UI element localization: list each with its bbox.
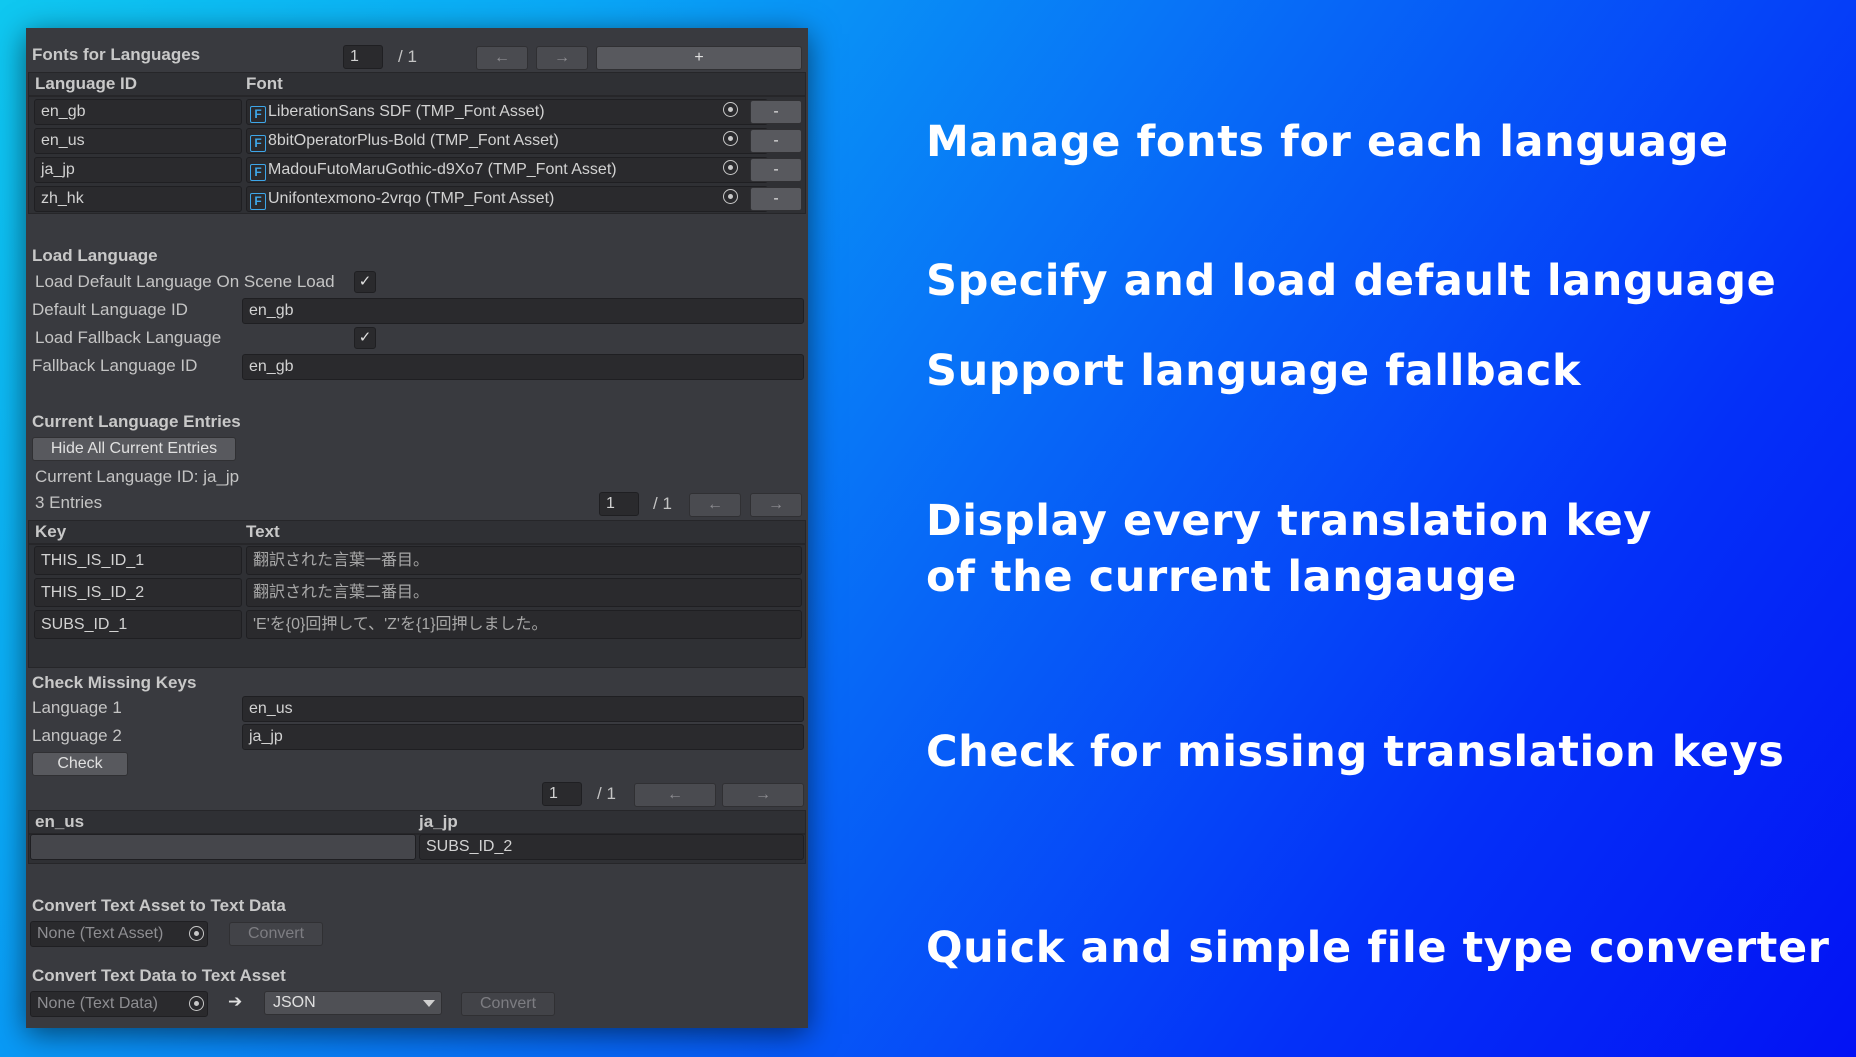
entry-key-field[interactable]: THIS_IS_ID_1 <box>34 546 242 575</box>
remove-font-button[interactable]: - <box>750 187 802 211</box>
fonts-section-title: Fonts for Languages <box>32 45 201 64</box>
fallback-language-id-label: Fallback Language ID <box>32 356 198 375</box>
entries-next-page-button[interactable]: → <box>750 493 802 517</box>
missing-page-input[interactable]: 1 <box>542 782 582 806</box>
font-row-font-field[interactable]: F 8bitOperatorPlus-Bold (TMP_Font Asset) <box>246 128 768 154</box>
language-1-field[interactable]: en_us <box>242 696 804 722</box>
entry-text-field[interactable]: 翻訳された言葉一番目。 <box>246 546 802 575</box>
entries-page-total: / 1 <box>653 494 672 513</box>
convert-asset-to-data-title: Convert Text Asset to Text Data <box>32 896 286 915</box>
font-asset-name: LiberationSans SDF (TMP_Font Asset) <box>268 103 545 120</box>
fonts-table-header: Language ID Font <box>28 72 806 96</box>
fallback-language-id-field[interactable]: en_gb <box>242 354 804 380</box>
font-asset-icon: F <box>250 193 266 210</box>
font-row-language-field[interactable]: en_us <box>34 128 242 154</box>
arrow-right-icon: ➔ <box>228 992 243 1011</box>
font-asset-name: 8bitOperatorPlus-Bold (TMP_Font Asset) <box>268 132 559 149</box>
font-row-font-field[interactable]: F LiberationSans SDF (TMP_Font Asset) <box>246 99 768 125</box>
entry-key-field[interactable]: THIS_IS_ID_2 <box>34 578 242 607</box>
entries-table-header: Key Text <box>28 520 806 544</box>
default-language-id-field[interactable]: en_gb <box>242 298 804 324</box>
remove-font-button[interactable]: - <box>750 100 802 124</box>
caption-manage-fonts: Manage fonts for each language <box>926 117 1729 167</box>
caption-default-language: Specify and load default language <box>926 256 1777 306</box>
font-asset-icon: F <box>250 164 266 181</box>
remove-font-button[interactable]: - <box>750 158 802 182</box>
font-row-language-field[interactable]: en_gb <box>34 99 242 125</box>
object-picker-icon[interactable] <box>189 926 204 941</box>
language-2-label: Language 2 <box>32 726 122 745</box>
object-picker-icon[interactable] <box>723 131 738 146</box>
object-picker-icon[interactable] <box>723 189 738 204</box>
column-font: Font <box>246 74 283 93</box>
entry-key-field[interactable]: SUBS_ID_1 <box>34 610 242 639</box>
object-picker-icon[interactable] <box>723 160 738 175</box>
entries-count: 3 Entries <box>35 493 103 512</box>
fonts-prev-page-button[interactable]: ← <box>476 46 528 70</box>
entry-text-field[interactable]: 翻訳された言葉二番目。 <box>246 578 802 607</box>
column-language-id: Language ID <box>35 74 138 93</box>
format-dropdown[interactable]: JSON <box>264 991 442 1015</box>
format-dropdown-value: JSON <box>273 994 316 1011</box>
column-text: Text <box>246 522 280 541</box>
text-asset-field[interactable]: None (Text Asset) <box>30 921 208 947</box>
remove-font-button[interactable]: - <box>750 129 802 153</box>
missing-left-cell <box>30 834 416 860</box>
fonts-page-total: / 1 <box>398 47 417 66</box>
caption-display-keys-line2: of the current langauge <box>926 552 1517 602</box>
hide-all-entries-button[interactable]: Hide All Current Entries <box>32 437 236 461</box>
convert-asset-button[interactable]: Convert <box>229 922 323 946</box>
caption-display-keys-line1: Display every translation key <box>926 496 1652 546</box>
font-asset-icon: F <box>250 106 266 123</box>
load-default-checkbox[interactable]: ✓ <box>354 271 376 293</box>
chevron-down-icon <box>423 1000 435 1007</box>
font-asset-icon: F <box>250 135 266 152</box>
entries-page-input[interactable]: 1 <box>599 492 639 516</box>
column-language-1: en_us <box>35 812 85 831</box>
caption-fallback: Support language fallback <box>926 346 1582 396</box>
load-fallback-label: Load Fallback Language <box>35 328 222 347</box>
load-section-title: Load Language <box>32 246 158 265</box>
check-button[interactable]: Check <box>32 752 128 776</box>
missing-page-total: / 1 <box>597 784 616 803</box>
caption-missing-keys: Check for missing translation keys <box>926 727 1785 777</box>
missing-prev-page-button[interactable]: ← <box>634 783 716 807</box>
font-asset-name: MadouFutoMaruGothic-d9Xo7 (TMP_Font Asse… <box>268 161 617 178</box>
missing-table-header: en_us ja_jp <box>28 810 806 834</box>
fonts-next-page-button[interactable]: → <box>536 46 588 70</box>
text-data-field[interactable]: None (Text Data) <box>30 991 208 1017</box>
caption-converter: Quick and simple file type converter <box>926 923 1830 973</box>
missing-section-title: Check Missing Keys <box>32 673 197 692</box>
convert-data-button[interactable]: Convert <box>461 992 555 1016</box>
entries-section-title: Current Language Entries <box>32 412 241 431</box>
default-language-id-label: Default Language ID <box>32 300 188 319</box>
font-row-font-field[interactable]: F MadouFutoMaruGothic-d9Xo7 (TMP_Font Ass… <box>246 157 768 183</box>
load-default-label: Load Default Language On Scene Load <box>35 272 335 291</box>
column-key: Key <box>35 522 67 541</box>
object-picker-icon[interactable] <box>723 102 738 117</box>
convert-data-to-asset-title: Convert Text Data to Text Asset <box>32 966 286 985</box>
missing-next-page-button[interactable]: → <box>722 783 804 807</box>
entry-text-field[interactable]: 'E'を{0}回押して、'Z'を{1}回押しました。 <box>246 610 802 639</box>
font-row-language-field[interactable]: zh_hk <box>34 186 242 212</box>
fonts-page-input[interactable]: 1 <box>343 45 383 69</box>
language-1-label: Language 1 <box>32 698 122 717</box>
fonts-add-button[interactable]: + <box>596 46 802 70</box>
inspector-panel: Fonts for Languages 1 / 1 ← → + Language… <box>26 28 808 1028</box>
font-asset-name: Unifontexmono-2vrqo (TMP_Font Asset) <box>268 190 555 207</box>
object-picker-icon[interactable] <box>189 996 204 1011</box>
column-language-2: ja_jp <box>419 812 458 831</box>
font-row-font-field[interactable]: F Unifontexmono-2vrqo (TMP_Font Asset) <box>246 186 768 212</box>
language-2-field[interactable]: ja_jp <box>242 724 804 750</box>
current-language-id: Current Language ID: ja_jp <box>35 467 240 486</box>
entries-prev-page-button[interactable]: ← <box>689 493 741 517</box>
load-fallback-checkbox[interactable]: ✓ <box>354 327 376 349</box>
font-row-language-field[interactable]: ja_jp <box>34 157 242 183</box>
missing-right-cell: SUBS_ID_2 <box>419 834 804 860</box>
